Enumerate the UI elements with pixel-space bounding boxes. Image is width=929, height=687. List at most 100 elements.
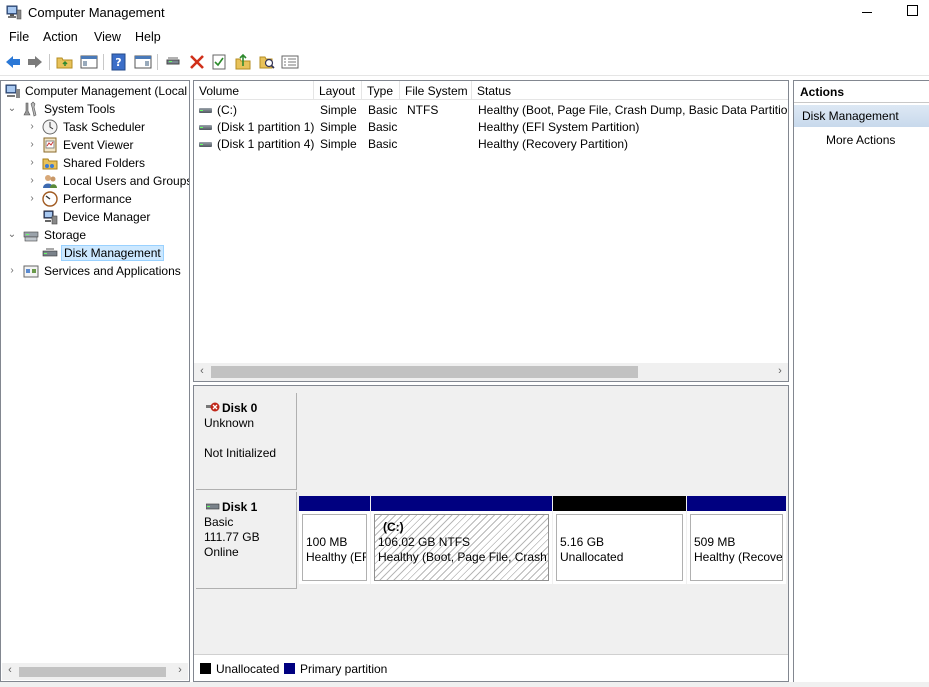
- volume-type: Basic: [368, 120, 398, 134]
- column-header-file-system[interactable]: File System: [400, 81, 472, 100]
- disk-graphical-view: Disk 0 Unknown Not Initialized Disk 1 Ba…: [193, 385, 789, 682]
- tree-label: Device Manager: [63, 210, 151, 224]
- menu-view[interactable]: View: [94, 30, 121, 44]
- volume-list: Volume Layout Type File System Status (C…: [193, 80, 789, 382]
- scroll-left-icon[interactable]: ‹: [195, 365, 209, 377]
- disk-management-icon: [42, 248, 58, 257]
- column-header-status[interactable]: Status: [472, 81, 788, 100]
- menu-action[interactable]: Action: [43, 30, 78, 44]
- more-actions-link[interactable]: More Actions: [826, 133, 895, 147]
- console-tree: Computer Management (Local ⌄ System Tool…: [0, 80, 190, 682]
- partition-c[interactable]: (C:) 106.02 GB NTFS Healthy (Boot, Page …: [371, 496, 552, 584]
- disk-1-label[interactable]: Disk 1 Basic 111.77 GB Online: [196, 492, 297, 589]
- tree-item-storage[interactable]: ⌄ Storage: [1, 226, 189, 244]
- column-header-volume[interactable]: Volume: [194, 81, 314, 100]
- partition-size: 106.02 GB NTFS: [378, 535, 471, 549]
- scroll-right-icon[interactable]: ›: [173, 664, 187, 676]
- table-row[interactable]: (C:) Simple Basic NTFS Healthy (Boot, Pa…: [194, 101, 788, 118]
- delete-icon[interactable]: [188, 53, 206, 71]
- back-icon[interactable]: [4, 53, 22, 71]
- export-icon[interactable]: [234, 53, 252, 71]
- chevron-right-icon[interactable]: ›: [7, 265, 17, 277]
- table-row[interactable]: (Disk 1 partition 4) Simple Basic Health…: [194, 135, 788, 152]
- tree-item-computer-management[interactable]: Computer Management (Local: [1, 82, 189, 100]
- partition-bar: [553, 496, 686, 511]
- table-row[interactable]: (Disk 1 partition 1) Simple Basic Health…: [194, 118, 788, 135]
- connect-icon[interactable]: [164, 53, 182, 71]
- show-hide-console-tree-icon[interactable]: [80, 53, 98, 71]
- partition-size: 100 MB: [306, 535, 348, 549]
- up-folder-icon[interactable]: [56, 53, 74, 71]
- scrollbar-thumb[interactable]: [19, 667, 166, 677]
- menu-file[interactable]: File: [9, 30, 29, 44]
- chevron-down-icon[interactable]: ⌄: [7, 103, 17, 115]
- maximize-button[interactable]: [907, 5, 918, 16]
- column-header-type[interactable]: Type: [362, 81, 400, 100]
- tree-item-event-viewer[interactable]: › Event Viewer: [1, 136, 189, 154]
- help-icon[interactable]: ?: [110, 53, 128, 71]
- volume-status: Healthy (Boot, Page File, Crash Dump, Ba…: [478, 103, 788, 117]
- scroll-right-icon[interactable]: ›: [773, 365, 787, 377]
- chevron-right-icon[interactable]: ›: [27, 175, 37, 187]
- partition-status: Healthy (Boot, Page File, Crash Dump, Ba…: [378, 550, 548, 564]
- disk-size: 111.77 GB: [204, 530, 260, 544]
- tree-item-services-and-applications[interactable]: › Services and Applications: [1, 262, 189, 280]
- partition-recovery[interactable]: 509 MB Healthy (Recovery Partition): [687, 496, 786, 584]
- partition-status: Healthy (Recovery Partition): [694, 550, 783, 564]
- column-header-layout[interactable]: Layout: [314, 81, 362, 100]
- partition-bar: [371, 496, 552, 511]
- disk-0-label[interactable]: Disk 0 Unknown Not Initialized: [196, 393, 297, 490]
- tree-label: Task Scheduler: [63, 120, 146, 134]
- volume-list-horizontal-scrollbar[interactable]: ‹ ›: [194, 363, 788, 381]
- detail-view-icon[interactable]: [281, 53, 299, 71]
- menu-help[interactable]: Help: [135, 30, 161, 44]
- tree-item-task-scheduler[interactable]: › Task Scheduler: [1, 118, 189, 136]
- volume-type: Basic: [368, 137, 398, 151]
- tree-item-performance[interactable]: › Performance: [1, 190, 189, 208]
- chevron-right-icon[interactable]: ›: [27, 193, 37, 205]
- tree-item-system-tools[interactable]: ⌄ System Tools: [1, 100, 189, 118]
- partition-size: 509 MB: [694, 535, 736, 549]
- tree-label: Event Viewer: [63, 138, 134, 152]
- minimize-button[interactable]: [862, 3, 876, 21]
- chevron-right-icon[interactable]: ›: [27, 121, 37, 133]
- disk-0-body[interactable]: [299, 393, 787, 490]
- computer-management-icon: [6, 5, 22, 20]
- tree-item-shared-folders[interactable]: › Shared Folders: [1, 154, 189, 172]
- forward-icon[interactable]: [26, 53, 44, 71]
- users-icon: [43, 175, 57, 188]
- properties-icon[interactable]: [210, 53, 228, 71]
- tree-item-local-users-and-groups[interactable]: › Local Users and Groups: [1, 172, 189, 190]
- volume-layout: Simple: [320, 103, 357, 117]
- chevron-right-icon[interactable]: ›: [27, 139, 37, 151]
- legend-label: Unallocated: [216, 662, 280, 676]
- volume-icon: [199, 124, 213, 132]
- partition-status: Unallocated: [560, 550, 624, 564]
- performance-icon: [42, 191, 58, 207]
- storage-icon: [23, 231, 39, 242]
- tree-horizontal-scrollbar[interactable]: ‹ ›: [2, 663, 188, 680]
- tree-label: Local Users and Groups: [63, 174, 190, 188]
- disk-state: Not Initialized: [204, 446, 277, 460]
- show-hide-action-pane-icon[interactable]: [134, 53, 152, 71]
- scrollbar-thumb[interactable]: [211, 366, 638, 378]
- tree-item-disk-management[interactable]: Disk Management: [1, 244, 189, 262]
- partition-size: 5.16 GB: [560, 535, 605, 549]
- volume-status: Healthy (EFI System Partition): [478, 120, 640, 134]
- actions-section-disk-management[interactable]: Disk Management: [794, 105, 929, 127]
- partition-bar: [299, 496, 370, 511]
- chevron-right-icon[interactable]: ›: [27, 157, 37, 169]
- partition-label: (C:): [383, 520, 404, 534]
- event-viewer-icon: [43, 137, 57, 153]
- scroll-left-icon[interactable]: ‹: [3, 664, 17, 676]
- tree-label: Computer Management (Local: [25, 84, 188, 98]
- partition-unallocated[interactable]: 5.16 GB Unallocated: [553, 496, 686, 584]
- tree-item-device-manager[interactable]: Device Manager: [1, 208, 189, 226]
- partition-efi[interactable]: 100 MB Healthy (EFI System Partition): [299, 496, 370, 584]
- tree-label: Services and Applications: [44, 264, 181, 278]
- legend-label: Primary partition: [300, 662, 388, 676]
- disk-icon: [206, 503, 220, 510]
- chevron-down-icon[interactable]: ⌄: [7, 229, 17, 241]
- disk-type: Unknown: [204, 416, 255, 430]
- search-icon[interactable]: [258, 53, 276, 71]
